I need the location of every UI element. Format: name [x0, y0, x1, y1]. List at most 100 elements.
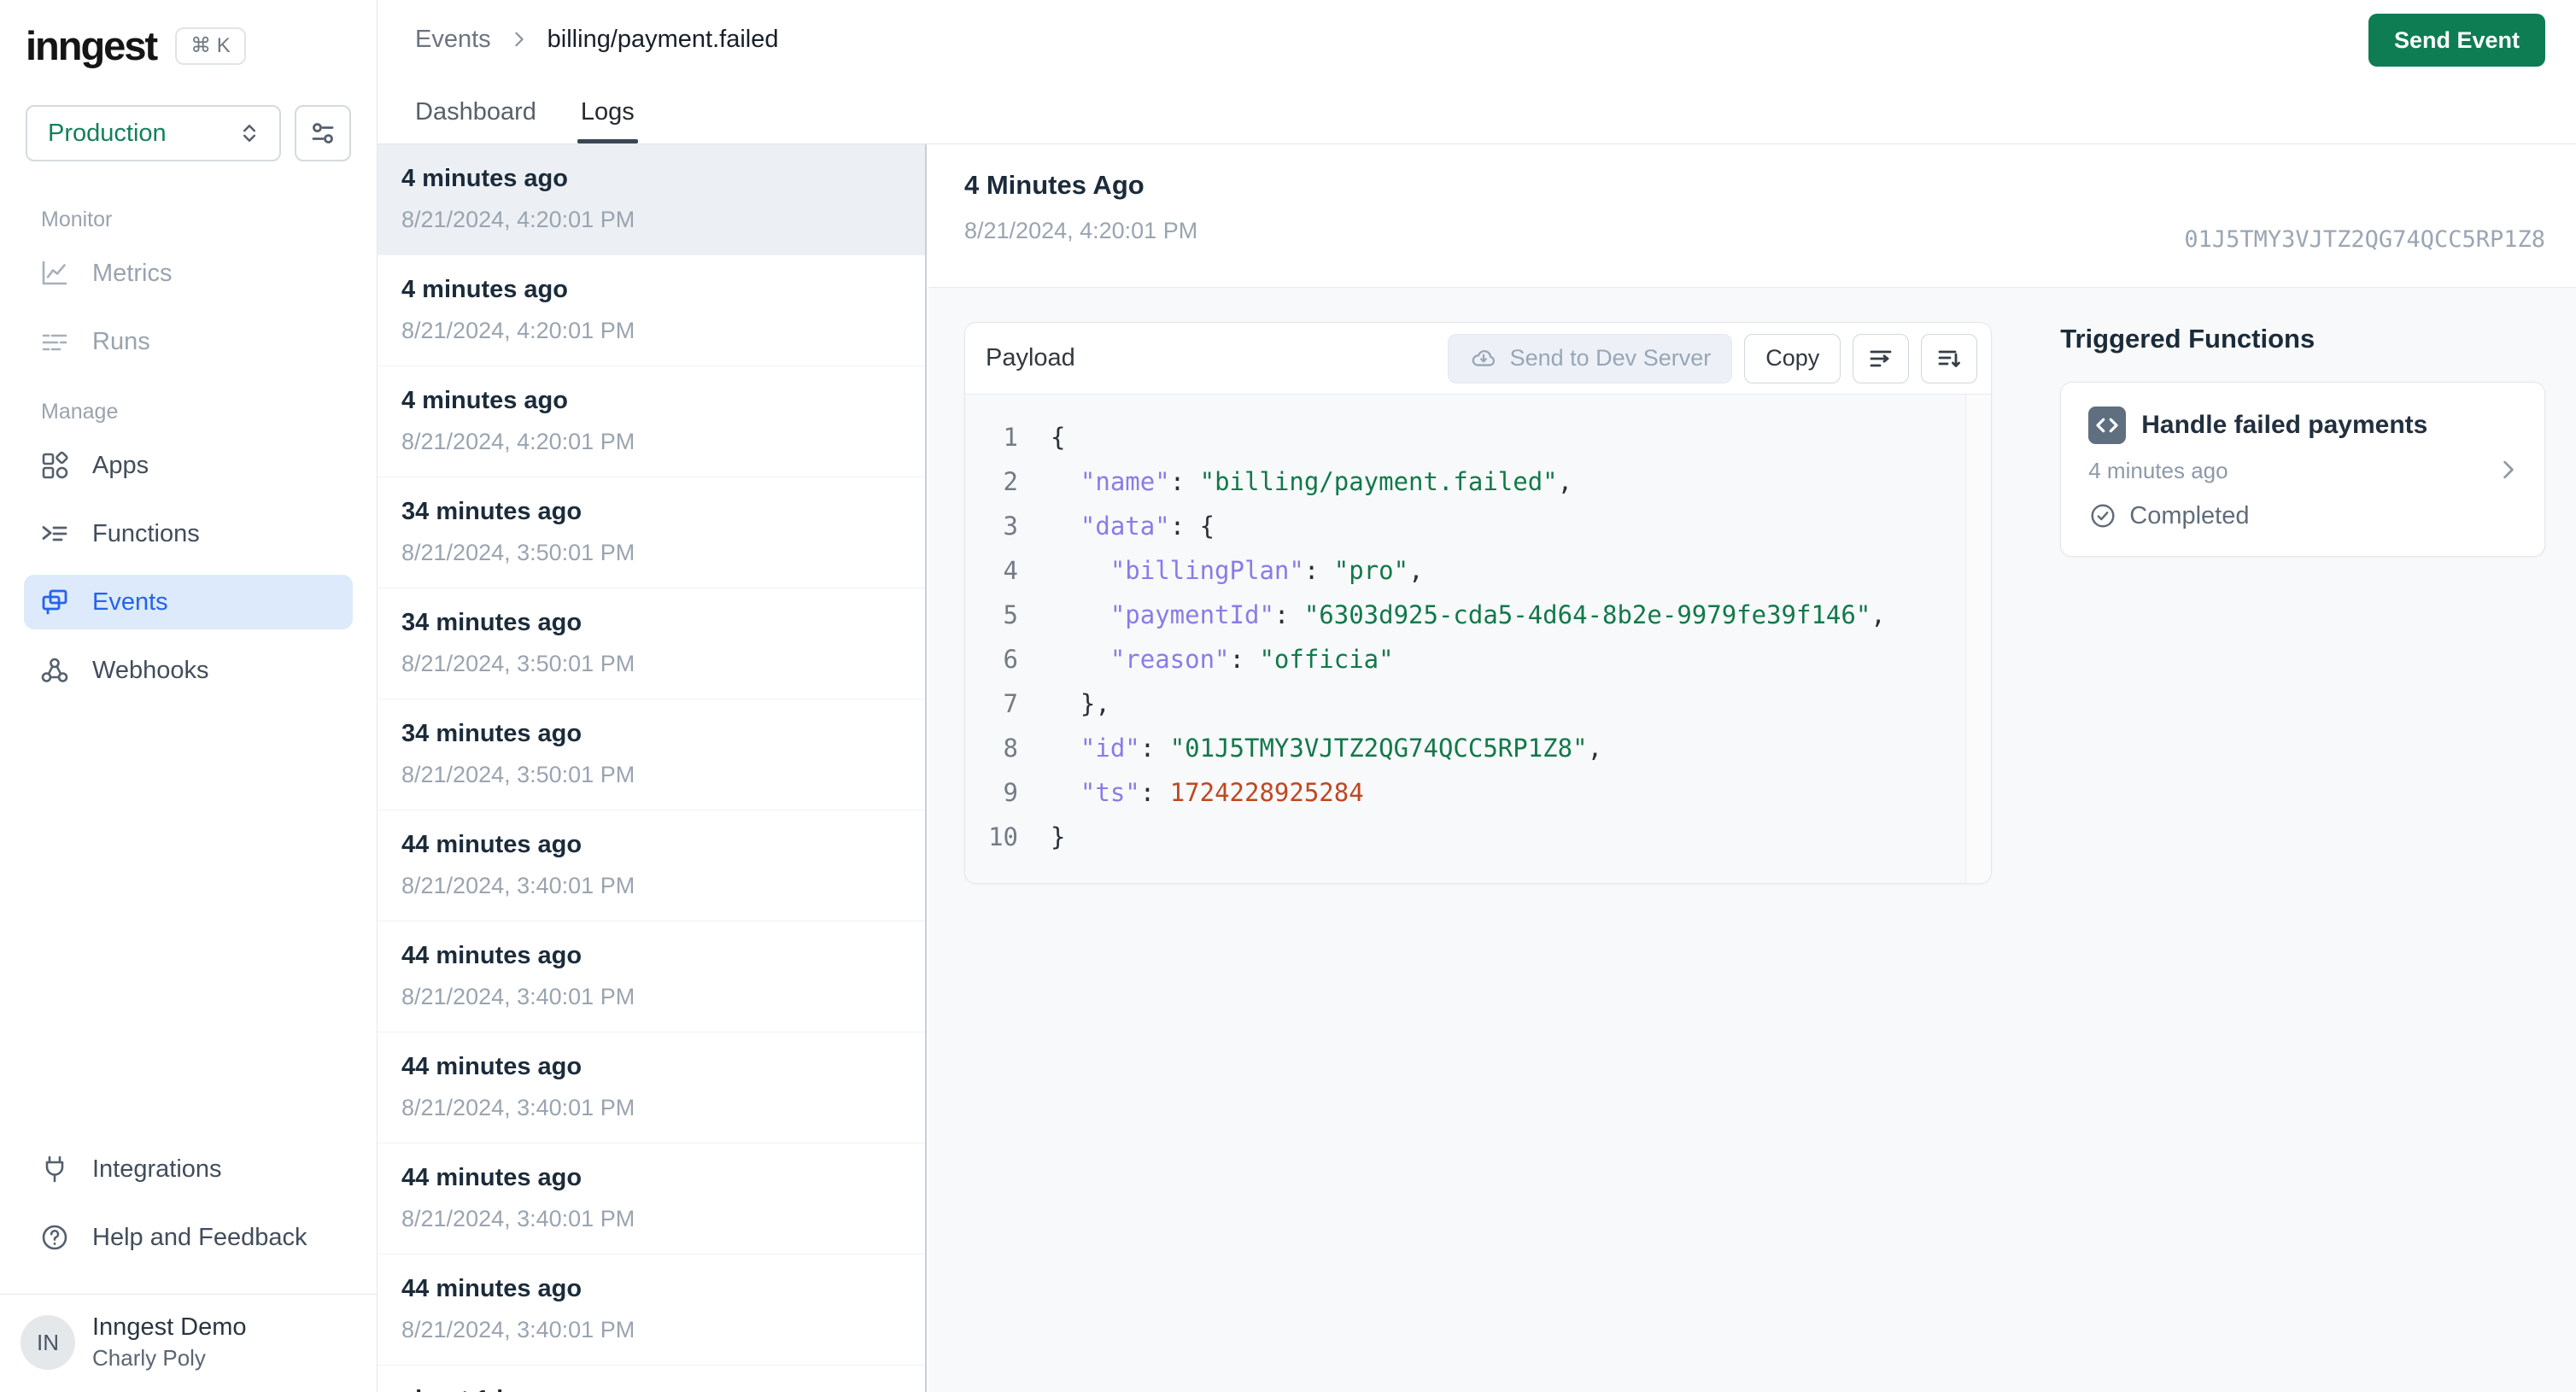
event-item-title: 4 minutes ago — [401, 165, 568, 192]
avatar: IN — [20, 1315, 75, 1370]
event-item-title: 34 minutes ago — [401, 720, 583, 747]
triggered-function-card[interactable]: Handle failed payments 4 minutes ago Com… — [2060, 382, 2545, 557]
function-time: 4 minutes ago — [2088, 458, 2228, 483]
breadcrumb-current: billing/payment.failed — [547, 25, 779, 53]
event-list-item[interactable]: 34 minutes ago 8/21/2024, 3:50:01 PM — [378, 477, 925, 588]
function-code-icon — [2088, 406, 2127, 444]
environment-select[interactable]: Production — [26, 105, 281, 161]
sidebar-item-events[interactable]: Events — [24, 575, 353, 629]
event-list-item[interactable]: 44 minutes ago 8/21/2024, 3:40:01 PM — [378, 1143, 925, 1255]
function-title-row: Handle failed payments — [2088, 406, 2520, 444]
scroll-to-bottom-button[interactable] — [1921, 333, 1978, 383]
sidebar-item-label: Events — [92, 588, 168, 616]
event-list-item[interactable]: 44 minutes ago 8/21/2024, 3:40:01 PM — [378, 1255, 925, 1366]
detail-body: Payload Send to Dev Server Copy 1 {2 "n… — [928, 288, 2576, 884]
line-number: 2 — [1003, 467, 1018, 496]
sidebar-item-metrics[interactable]: Metrics — [24, 246, 353, 301]
word-wrap-icon — [1865, 343, 1896, 374]
event-item-timestamp: 8/21/2024, 3:50:01 PM — [401, 651, 635, 676]
code-scrollbar[interactable] — [1965, 395, 1992, 883]
command-k-shortcut-badge[interactable]: ⌘ K — [175, 26, 246, 65]
event-item-timestamp: 8/21/2024, 3:40:01 PM — [401, 984, 635, 1009]
breadcrumb-events-link[interactable]: Events — [415, 26, 491, 54]
sidebar-item-label: Apps — [92, 451, 149, 479]
sidebar-item-runs[interactable]: Runs — [24, 314, 353, 369]
sidebar-bottom: Integrations Help and Feedback — [0, 1142, 377, 1278]
sidebar-item-label: Runs — [92, 327, 150, 355]
code-tokens: "name": "billing/payment.failed", — [1080, 467, 1573, 496]
event-list-item[interactable]: 4 minutes ago 8/21/2024, 4:20:01 PM — [378, 255, 925, 366]
send-event-button[interactable]: Send Event — [2368, 14, 2545, 67]
event-list-item[interactable]: 44 minutes ago 8/21/2024, 3:40:01 PM — [378, 921, 925, 1032]
check-circle-icon — [2088, 501, 2117, 530]
event-item-title: 4 minutes ago — [401, 276, 568, 303]
payload-card: Payload Send to Dev Server Copy 1 {2 "n… — [964, 322, 1993, 884]
code-line: 3 "data": { — [965, 504, 1957, 548]
event-list-item[interactable]: 4 minutes ago 8/21/2024, 4:20:01 PM — [378, 144, 925, 255]
code-tokens: "ts": 1724228925284 — [1080, 778, 1364, 807]
sidebar-item-apps[interactable]: Apps — [24, 438, 353, 493]
lines-down-arrow-icon — [1934, 343, 1964, 374]
sidebar-item-integrations[interactable]: Integrations — [24, 1142, 353, 1196]
code-tokens: { — [1051, 423, 1066, 452]
line-number: 10 — [988, 822, 1018, 851]
event-item-title: 44 minutes ago — [401, 942, 583, 969]
word-wrap-button[interactable] — [1853, 333, 1910, 383]
event-list-item[interactable]: 4 minutes ago 8/21/2024, 4:20:01 PM — [378, 366, 925, 477]
event-list-item[interactable]: 44 minutes ago 8/21/2024, 3:40:01 PM — [378, 1032, 925, 1143]
send-to-dev-server-button[interactable]: Send to Dev Server — [1447, 333, 1733, 383]
line-number: 6 — [1003, 645, 1018, 674]
line-number: 9 — [1003, 778, 1018, 807]
tab-dashboard[interactable]: Dashboard — [415, 98, 536, 143]
cloud-download-icon — [1469, 344, 1498, 373]
send-to-dev-server-label: Send to Dev Server — [1509, 345, 1712, 371]
function-status: Completed — [2088, 501, 2520, 530]
tabs: Dashboard Logs — [415, 98, 638, 143]
app-window: inngest ⌘ K Production Monitor Metrics Run… — [0, 0, 2576, 1392]
tab-logs[interactable]: Logs — [577, 98, 638, 143]
environment-settings-button[interactable] — [295, 105, 351, 161]
environment-row: Production — [0, 105, 377, 161]
event-item-title: 34 minutes ago — [401, 609, 583, 636]
payload-code-area: 1{2 "name": "billing/payment.failed", 3 "… — [965, 395, 1992, 883]
event-item-title: 44 minutes ago — [401, 1275, 583, 1302]
events-icon — [39, 587, 70, 617]
payload-actions: Send to Dev Server Copy — [1447, 333, 1978, 383]
line-number: 5 — [1003, 600, 1018, 629]
event-item-title: 44 minutes ago — [401, 1053, 583, 1080]
functions-icon — [39, 518, 70, 549]
event-item-title: 44 minutes ago — [401, 1164, 583, 1191]
detail-panel: 4 Minutes Ago 8/21/2024, 4:20:01 PM 01J5… — [928, 144, 2576, 1392]
event-list-item[interactable]: 44 minutes ago 8/21/2024, 3:40:01 PM — [378, 810, 925, 921]
line-number: 4 — [1003, 556, 1018, 585]
event-list: 4 minutes ago 8/21/2024, 4:20:01 PM 4 minu… — [378, 144, 927, 1392]
event-item-title: 44 minutes ago — [401, 831, 583, 858]
code-line: 5 "paymentId": "6303d925-cda5-4d64-8b2e-… — [965, 593, 1957, 637]
apps-icon — [39, 450, 70, 481]
event-item-title: about 1 hour ago — [401, 1386, 905, 1392]
event-id: 01J5TMY3VJTZ2QG74QCC5RP1Z8 — [2184, 226, 2545, 253]
code-tokens: "data": { — [1080, 512, 1215, 541]
code-line: 10} — [965, 815, 1957, 859]
sidebar-item-webhooks[interactable]: Webhooks — [24, 643, 353, 698]
event-list-item[interactable]: about 1 hour ago — [378, 1366, 925, 1392]
code-line: 2 "name": "billing/payment.failed", — [965, 459, 1957, 504]
help-icon — [39, 1222, 70, 1253]
breadcrumb-chevron-icon — [508, 28, 530, 50]
event-list-item[interactable]: 34 minutes ago 8/21/2024, 3:50:01 PM — [378, 699, 925, 810]
event-list-item[interactable]: 34 minutes ago 8/21/2024, 3:50:01 PM — [378, 588, 925, 699]
code-line: 8 "id": "01J5TMY3VJTZ2QG74QCC5RP1Z8", — [965, 726, 1957, 770]
code-tokens: "billingPlan": "pro", — [1109, 556, 1424, 585]
webhooks-icon — [39, 655, 70, 686]
event-item-timestamp: 8/21/2024, 3:40:01 PM — [401, 1095, 635, 1120]
copy-button[interactable]: Copy — [1744, 333, 1841, 383]
triggered-functions-heading: Triggered Functions — [2060, 324, 2315, 354]
event-item-timestamp: 8/21/2024, 3:40:01 PM — [401, 1317, 635, 1342]
profile-menu[interactable]: IN Inngest Demo Charly Poly — [0, 1295, 377, 1392]
code-line: 6 "reason": "officia" — [965, 637, 1957, 681]
sidebar-item-functions[interactable]: Functions — [24, 506, 353, 561]
event-item-timestamp: 8/21/2024, 3:40:01 PM — [401, 873, 635, 898]
breadcrumb: Events billing/payment.failed — [378, 0, 2576, 79]
payload-card-header: Payload Send to Dev Server Copy — [965, 323, 1992, 395]
sidebar-item-help-and-feedback[interactable]: Help and Feedback — [24, 1210, 353, 1265]
